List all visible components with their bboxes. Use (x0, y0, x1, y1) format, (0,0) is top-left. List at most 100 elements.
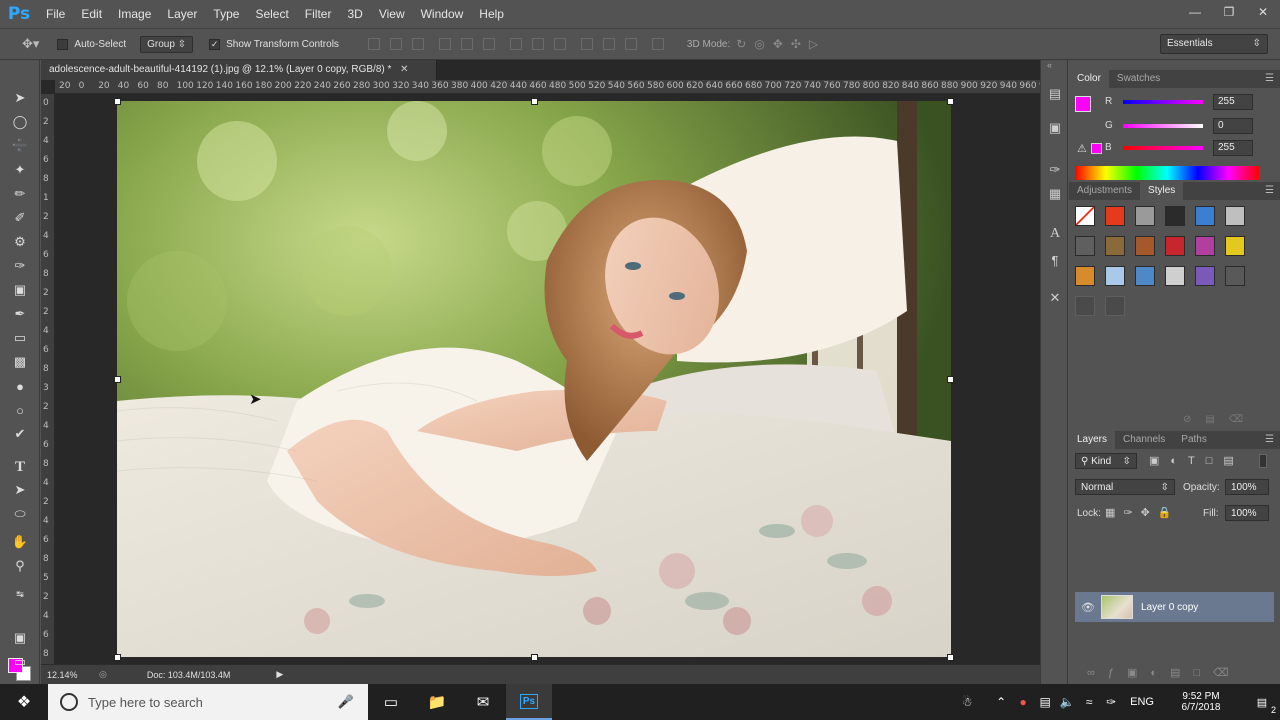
menu-select[interactable]: Select (247, 0, 296, 28)
style-swatch[interactable] (1225, 206, 1245, 226)
type-tool-icon[interactable]: T (10, 457, 30, 477)
quick-mask-icon[interactable]: ▣ (10, 628, 30, 648)
shape-tool-icon[interactable]: ⬭ (10, 504, 30, 524)
clock[interactable]: 9:52 PM 6/7/2018 (1164, 691, 1238, 713)
style-swatch[interactable] (1195, 266, 1215, 286)
3d-mode-icons[interactable]: ↻◎✥✣▷ (736, 37, 826, 51)
styles-footer-icons[interactable]: ⊘▤⌫ (1183, 414, 1257, 425)
people-icon[interactable]: ☃ (956, 695, 978, 709)
style-swatch[interactable] (1165, 206, 1185, 226)
green-slider[interactable] (1123, 124, 1203, 128)
close-icon[interactable]: ✕ (1246, 0, 1280, 24)
distribute-hcenter-icon[interactable] (602, 38, 615, 50)
filter-toggle[interactable] (1259, 454, 1267, 468)
show-transform-checkbox[interactable]: ✓ Show Transform Controls (209, 38, 339, 50)
restore-icon[interactable]: ❐ (1212, 0, 1246, 24)
menu-filter[interactable]: Filter (297, 0, 340, 28)
gamut-color-swatch[interactable] (1091, 143, 1102, 154)
distribute-left-icon[interactable] (580, 38, 593, 50)
tab-color[interactable]: Color (1069, 70, 1109, 88)
microphone-icon[interactable]: 🎤 (338, 694, 354, 710)
path-select-tool-icon[interactable]: ➤ (10, 480, 30, 500)
fill-field[interactable]: 100% (1225, 505, 1269, 521)
lock-icons[interactable]: ▦✑✥🔒 (1105, 506, 1180, 519)
opacity-field[interactable]: 100% (1225, 479, 1269, 495)
minimize-icon[interactable]: — (1178, 0, 1212, 24)
taskbar-search-box[interactable]: Type here to search 🎤 (48, 684, 368, 720)
tool-presets-icon[interactable]: ✕ (1045, 288, 1065, 308)
layers-menu-icon[interactable]: ☰ (1265, 434, 1274, 445)
tab-adjustments[interactable]: Adjustments (1069, 182, 1140, 200)
app-tray-icon[interactable]: ▤ (1034, 695, 1056, 709)
tab-styles[interactable]: Styles (1140, 182, 1184, 200)
volume-icon[interactable]: 🔈 (1056, 695, 1078, 709)
status-menu-arrow-icon[interactable]: ▶ (276, 669, 283, 680)
distribute-right-icon[interactable] (624, 38, 637, 50)
menu-window[interactable]: Window (413, 0, 472, 28)
paragraph-panel-icon[interactable]: ¶ (1045, 250, 1065, 270)
photoshop-taskbar-icon[interactable]: Ps (506, 684, 552, 720)
notification-center-icon[interactable]: ▤ 2 (1244, 696, 1280, 715)
auto-select-checkbox[interactable]: Auto-Select (57, 38, 126, 50)
align-left-icon[interactable] (438, 38, 451, 50)
marquee-tool-icon[interactable]: ◯ (10, 112, 30, 132)
record-icon[interactable]: ● (1012, 695, 1034, 709)
mail-icon[interactable]: ✉ (460, 684, 506, 720)
transform-handle-middle-left[interactable] (114, 376, 121, 383)
tab-layers[interactable]: Layers (1069, 431, 1116, 449)
healing-tool-icon[interactable]: ⚙ (10, 232, 30, 252)
pen-tool-icon[interactable]: ✔ (10, 424, 30, 444)
layer-name[interactable]: Layer 0 copy (1141, 602, 1198, 613)
crop-tool-icon[interactable]: ✏ (10, 184, 30, 204)
brush-presets-icon[interactable]: ▦ (1045, 184, 1065, 204)
quick-select-tool-icon[interactable]: ✦ (10, 160, 30, 180)
blue-slider[interactable] (1123, 146, 1203, 150)
eraser-tool-icon[interactable]: ▭ (10, 328, 30, 348)
layer-filter-kind[interactable]: ⚲ Kind ⇳ (1075, 453, 1137, 469)
green-value[interactable]: 0 (1213, 118, 1253, 134)
menu-3d[interactable]: 3D (339, 0, 370, 28)
zoom-level[interactable]: 12.14% (47, 670, 91, 680)
brush-panel-icon[interactable]: ✑ (1045, 160, 1065, 180)
layer-row[interactable]: 👁 Layer 0 copy (1075, 592, 1274, 622)
align-top-icon[interactable] (367, 38, 380, 50)
tab-channels[interactable]: Channels (1115, 431, 1173, 449)
distribute-vcenter-icon[interactable] (531, 38, 544, 50)
character-panel-icon[interactable]: A (1045, 224, 1065, 244)
file-explorer-icon[interactable]: 📁 (414, 684, 460, 720)
transform-handle-bottom-center[interactable] (531, 654, 538, 661)
red-value[interactable]: 255 (1213, 94, 1253, 110)
language-indicator[interactable]: ENG (1130, 696, 1154, 708)
style-swatch[interactable] (1075, 296, 1095, 316)
red-slider[interactable] (1123, 100, 1203, 104)
blend-mode-select[interactable]: Normal ⇳ (1075, 479, 1175, 495)
layers-footer-icons[interactable]: ∞ƒ▣◐▤□⌫ (1087, 666, 1242, 679)
image-canvas[interactable] (117, 101, 951, 657)
transform-handle-bottom-left[interactable] (114, 654, 121, 661)
auto-align-icon[interactable] (651, 38, 664, 50)
style-swatch[interactable] (1135, 236, 1155, 256)
gradient-tool-icon[interactable]: ▩ (10, 352, 30, 372)
ruler-horizontal[interactable]: 20 0 20 40 60 80 100 120 140 160 180 200 220 240 260 28… (55, 80, 1058, 94)
style-swatch[interactable] (1105, 206, 1125, 226)
transform-handle-top-left[interactable] (114, 98, 121, 105)
style-swatch[interactable] (1195, 206, 1215, 226)
style-swatch[interactable] (1075, 206, 1095, 226)
menu-help[interactable]: Help (471, 0, 512, 28)
panel-menu-icon[interactable]: ☰ (1265, 73, 1274, 84)
styles-menu-icon[interactable]: ☰ (1265, 185, 1274, 196)
history-panel-icon[interactable]: ▤ (1045, 84, 1065, 104)
layer-filter-icons[interactable]: ▣◐T□▤ (1149, 454, 1245, 467)
transform-handle-middle-right[interactable] (947, 376, 954, 383)
menu-edit[interactable]: Edit (73, 0, 110, 28)
style-swatch[interactable] (1105, 296, 1125, 316)
menu-view[interactable]: View (371, 0, 413, 28)
swap-colors-icon[interactable]: ↹ (10, 584, 30, 604)
align-vcenter-icon[interactable] (389, 38, 402, 50)
align-hcenter-icon[interactable] (460, 38, 473, 50)
menu-file[interactable]: File (38, 0, 73, 28)
lasso-tool-icon[interactable]: ➗ (10, 136, 30, 156)
history-brush-tool-icon[interactable]: ✒ (10, 304, 30, 324)
workspace-select[interactable]: Essentials ⇳ (1160, 34, 1268, 54)
transform-handle-top-right[interactable] (947, 98, 954, 105)
